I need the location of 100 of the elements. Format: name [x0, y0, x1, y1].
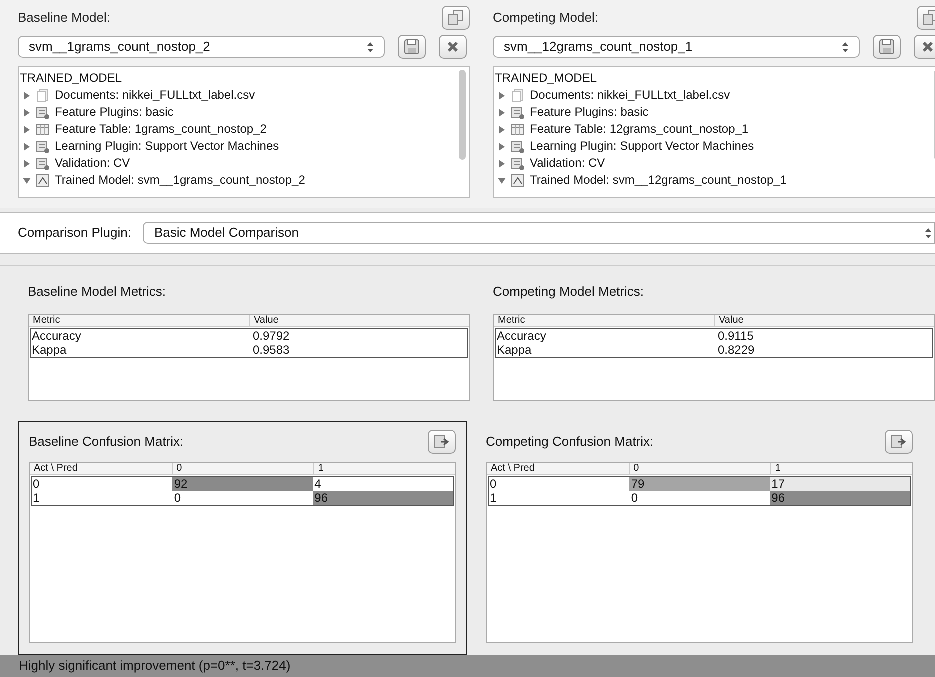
save-icon — [879, 39, 895, 55]
panel-label: Competing Model: — [493, 9, 598, 28]
collapsed-arrow-icon[interactable] — [23, 92, 31, 100]
table-cell-text: Kappa — [31, 343, 68, 357]
tree-item[interactable]: Validation: CV — [55, 155, 130, 172]
table-cell-text: 1 — [32, 491, 41, 505]
close-icon — [446, 40, 460, 54]
table-icon — [511, 122, 525, 136]
tree-item[interactable]: Feature Table: 1grams_count_nostop_2 — [55, 121, 267, 138]
stepper-arrows-icon — [925, 228, 932, 238]
collapsed-arrow-icon[interactable] — [23, 160, 31, 168]
plugin-icon — [36, 140, 50, 154]
model-select[interactable]: svm__12grams_count_nostop_1 — [493, 36, 860, 58]
table-cell-text: 0.9792 — [252, 329, 291, 343]
tree-root: TRAINED_MODEL — [495, 70, 598, 87]
model-icon — [36, 174, 50, 188]
copy-icon — [448, 10, 464, 26]
column-header: 1 — [770, 463, 912, 474]
collapsed-arrow-icon[interactable] — [498, 142, 506, 150]
comparison-label: Comparison Plugin: — [18, 224, 132, 242]
tree-root: TRAINED_MODEL — [20, 70, 122, 87]
table-cell: 79 — [629, 477, 770, 491]
model-select[interactable]: svm__1grams_count_nostop_2 — [18, 36, 385, 58]
copy-button[interactable] — [442, 6, 470, 30]
tree-item[interactable]: Learning Plugin: Support Vector Machines — [55, 138, 280, 155]
tree-item[interactable]: Feature Plugins: basic — [530, 104, 649, 121]
save-button[interactable] — [398, 35, 426, 59]
scrollbar-thumb[interactable] — [459, 70, 466, 160]
export-button[interactable] — [428, 430, 456, 454]
section-title: Competing Model Metrics: — [493, 283, 644, 301]
table-cell-text: 0.8229 — [717, 343, 756, 357]
table-cell-text: 4 — [314, 477, 322, 491]
confusion-panel[interactable]: Competing Confusion Matrix: Act \ Pred 0 1 0 79 17 1 0 96 — [475, 421, 924, 655]
documents-icon — [511, 88, 525, 102]
column-header: 0 — [172, 463, 314, 474]
table-cell-text: 0 — [32, 477, 41, 491]
plugin-icon — [511, 140, 525, 154]
stepper-arrows-icon — [367, 42, 374, 52]
table-cell-text: 0.9115 — [717, 329, 755, 343]
collapsed-arrow-icon[interactable] — [23, 126, 31, 134]
close-icon — [921, 40, 935, 54]
table-cell-text: Kappa — [496, 343, 533, 357]
table-cell-text: Accuracy — [496, 329, 548, 343]
table-cell-text: 0 — [489, 477, 498, 491]
column-header: 1 — [313, 463, 455, 474]
collapsed-arrow-icon[interactable] — [23, 108, 31, 116]
panel-label: Baseline Model: — [18, 9, 110, 28]
tree-item[interactable]: Validation: CV — [530, 155, 606, 172]
export-icon — [434, 435, 450, 449]
column-header: Value — [249, 315, 469, 326]
plugin-icon — [36, 156, 50, 170]
copy-icon — [923, 10, 935, 26]
collapsed-arrow-icon[interactable] — [498, 126, 506, 134]
column-header: Value — [714, 315, 934, 326]
table-cell: 96 — [770, 491, 910, 505]
export-icon — [891, 435, 907, 449]
collapsed-arrow-icon[interactable] — [498, 160, 506, 168]
tree-item[interactable]: Feature Table: 12grams_count_nostop_1 — [530, 121, 749, 138]
tree-item[interactable]: Learning Plugin: Support Vector Machines — [530, 138, 754, 155]
save-button[interactable] — [873, 35, 901, 59]
model-icon — [511, 174, 525, 188]
status-bar: Highly significant improvement (p=0**, t=3.724) — [0, 655, 935, 677]
remove-button[interactable] — [914, 35, 935, 59]
plugin-icon — [36, 106, 50, 120]
table-cell: 17 — [770, 477, 910, 491]
table-cell-text: 0 — [173, 491, 182, 505]
table-cell-text: 0 — [630, 491, 640, 505]
table-cell-text: 0.9583 — [252, 343, 291, 357]
table-cell: 92 — [172, 477, 313, 491]
tree-item[interactable]: Documents: nikkei_FULLtxt_label.csv — [530, 87, 730, 104]
remove-button[interactable] — [439, 35, 467, 59]
table-cell-text: Accuracy — [31, 329, 82, 343]
collapsed-arrow-icon[interactable] — [23, 142, 31, 150]
comparison-select[interactable]: Basic Model Comparison — [143, 222, 935, 244]
table-cell-text: 1 — [489, 491, 498, 505]
tree-item[interactable]: Trained Model: svm__12grams_count_nostop_1 — [530, 172, 788, 189]
tree-item[interactable]: Trained Model: svm__1grams_count_nostop_2 — [55, 172, 306, 189]
column-header: 0 — [628, 463, 770, 474]
expanded-arrow-icon[interactable] — [498, 176, 506, 184]
column-header: Act \ Pred — [490, 463, 536, 474]
plugin-icon — [511, 106, 525, 120]
collapsed-arrow-icon[interactable] — [498, 92, 506, 100]
section-title: Baseline Confusion Matrix: — [29, 433, 184, 452]
column-header: Metric — [497, 315, 526, 326]
tree-item[interactable]: Feature Plugins: basic — [55, 104, 174, 121]
tree-item[interactable]: Documents: nikkei_FULLtxt_label.csv — [55, 87, 256, 104]
expanded-arrow-icon[interactable] — [23, 176, 31, 184]
column-header: Metric — [32, 315, 62, 326]
section-title: Competing Confusion Matrix: — [486, 433, 654, 452]
table-cell: 96 — [312, 491, 453, 505]
section-title: Baseline Model Metrics: — [28, 283, 166, 301]
table-icon — [36, 122, 50, 136]
stepper-arrows-icon — [842, 42, 849, 52]
confusion-panel[interactable]: Baseline Confusion Matrix: Act \ Pred 0 1 0 92 4 1 0 96 — [18, 421, 467, 655]
collapsed-arrow-icon[interactable] — [498, 108, 506, 116]
plugin-icon — [511, 156, 525, 170]
documents-icon — [36, 88, 50, 102]
export-button[interactable] — [885, 430, 913, 454]
save-icon — [404, 39, 420, 55]
column-header: Act \ Pred — [33, 463, 79, 474]
